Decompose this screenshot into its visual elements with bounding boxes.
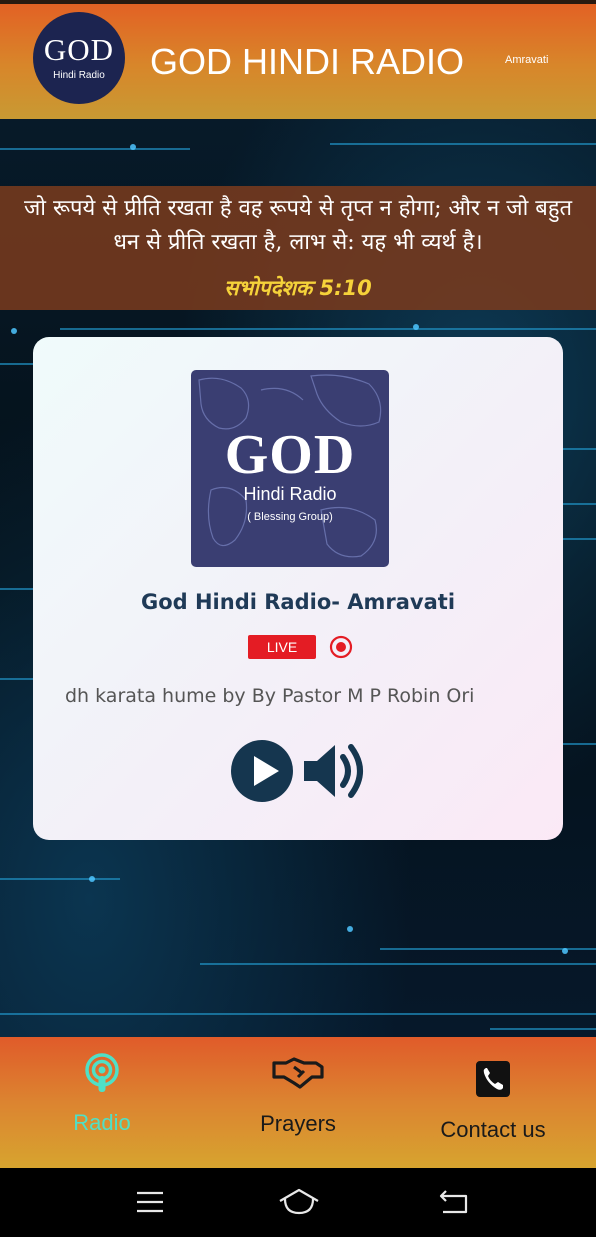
artwork-title: GOD [224,424,356,486]
menu-icon[interactable] [135,1190,165,1214]
nav-label-prayers: Prayers [260,1111,336,1136]
app-logo: GOD Hindi Radio [33,12,125,104]
record-icon [329,635,353,659]
logo-subtitle: Hindi Radio [53,70,105,81]
nav-label-contact: Contact us [440,1117,546,1142]
verse-banner: जो रूपये से प्रीति रखता है वह रूपये से त… [0,186,596,310]
verse-text: जो रूपये से प्रीति रखता है वह रूपये से त… [23,196,573,255]
podcast-radio-icon [85,1053,119,1092]
artwork-subtitle: Hindi Radio [243,484,337,504]
now-playing-marquee: dh karata hume by By Pastor M P Robin Or… [65,685,475,707]
artwork-tagline: ( Blessing Group) [247,511,333,523]
station-artwork: GOD Hindi Radio ( Blessing Group) [191,370,389,567]
play-circle-icon[interactable] [230,739,294,803]
station-name: God Hindi Radio- Amravati [140,590,456,614]
nav-label-radio: Radio [73,1110,131,1135]
app-title: GOD HINDI RADIO [150,41,465,82]
live-badge: LIVE [248,635,316,659]
location-label: Amravati [505,54,549,66]
nav-item-contact[interactable]: Contact us [420,1037,566,1168]
nav-item-prayers[interactable]: Prayers [236,1037,360,1168]
app-header: GOD Hindi Radio GOD HINDI RADIO Amravati [0,0,596,119]
phone-icon [476,1061,510,1097]
player-card: GOD Hindi Radio ( Blessing Group) God Hi… [33,337,563,840]
status-strip [0,0,596,4]
system-nav-bar [0,1168,596,1237]
speaker-volume-icon[interactable] [301,739,369,803]
verse-reference: सभोपदेशक 5:10 [224,276,372,300]
back-icon[interactable] [438,1189,470,1215]
bottom-nav: Radio Prayers Contact us [0,1037,596,1168]
nav-item-radio[interactable]: Radio [40,1037,164,1168]
home-icon[interactable] [278,1188,320,1216]
logo-title: GOD [43,32,115,67]
handshake-icon [272,1057,324,1089]
